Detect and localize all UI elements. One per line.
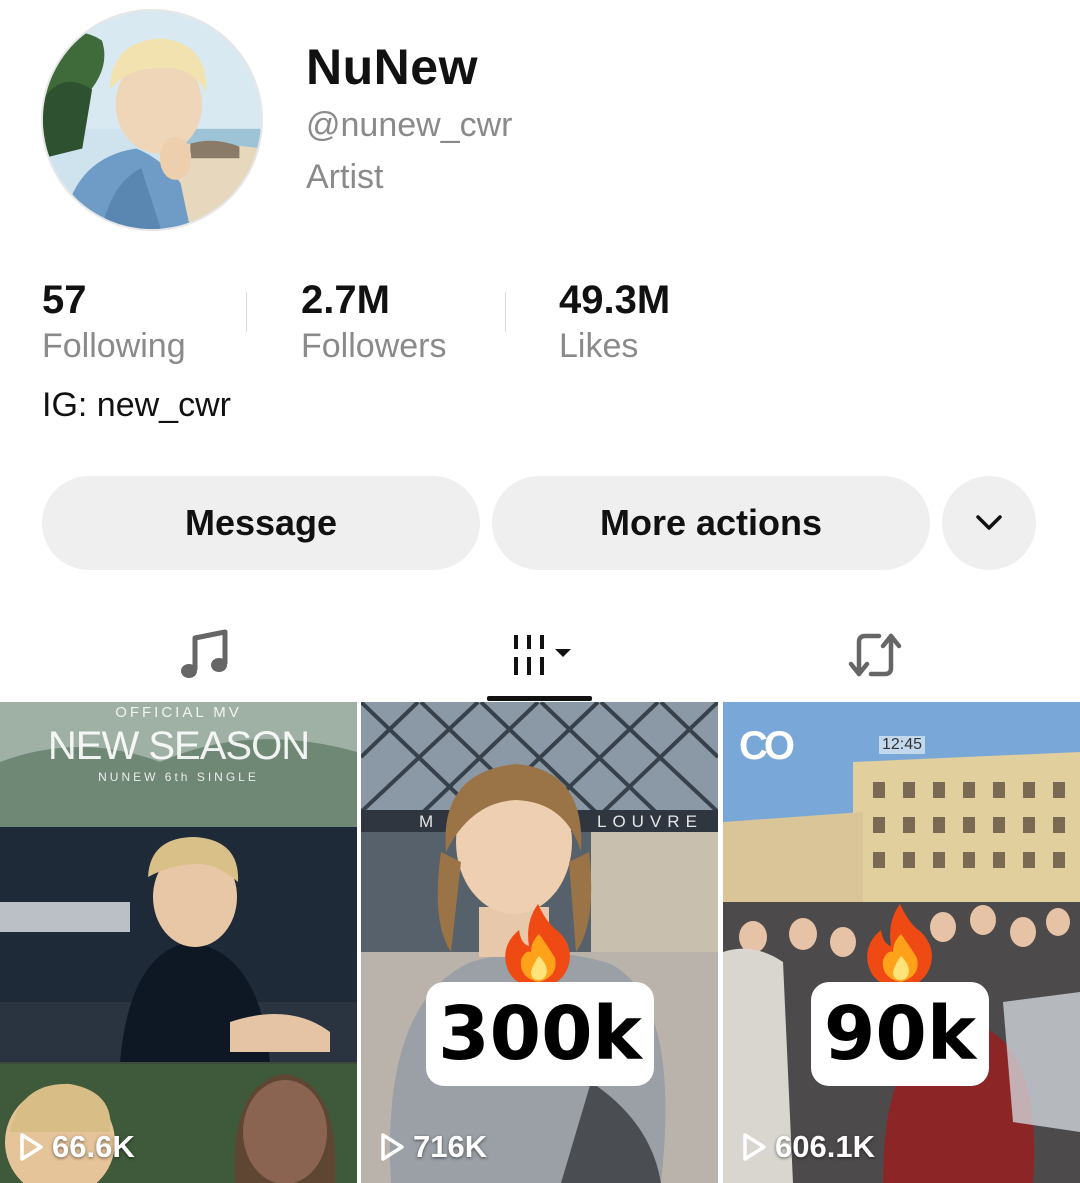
view-count: 716K	[379, 1129, 487, 1165]
watermark-logo: CO	[739, 724, 795, 768]
view-count: 66.6K	[18, 1129, 135, 1165]
grid-sort-icon	[514, 635, 571, 675]
stat-divider	[246, 292, 247, 332]
stat-followers[interactable]: 2.7M Followers	[301, 276, 446, 368]
chevron-down-icon	[976, 515, 1002, 530]
tab-videos[interactable]	[360, 610, 720, 700]
profile-tabs	[0, 610, 1080, 700]
followers-count: 2.7M	[301, 278, 390, 322]
mv-title: NEW SEASON	[47, 724, 310, 768]
view-count-text: 606.1K	[775, 1129, 875, 1164]
following-count: 57	[42, 278, 87, 322]
profile-avatar[interactable]	[41, 9, 263, 231]
expand-button[interactable]	[942, 476, 1036, 570]
more-actions-button[interactable]: More actions	[492, 476, 930, 570]
stat-likes[interactable]: 49.3M Likes	[559, 276, 670, 368]
profile-bio: IG: new_cwr	[42, 386, 231, 424]
tab-music[interactable]	[25, 610, 385, 700]
repost-icon	[848, 633, 902, 677]
view-count-text: 716K	[413, 1129, 488, 1164]
overlay-badge: 90k	[811, 982, 989, 1086]
louvre-sign: LOUVRE	[597, 812, 703, 831]
play-icon	[743, 1133, 766, 1161]
message-button[interactable]: Message	[42, 476, 480, 570]
music-note-icon	[181, 629, 228, 678]
likes-count: 49.3M	[559, 278, 671, 322]
overlay-badge: 300k	[426, 982, 654, 1086]
profile-handle: @nunew_cwr	[306, 106, 513, 144]
play-icon	[381, 1133, 404, 1161]
play-icon	[20, 1133, 43, 1161]
mv-subtitle: NUNEW 6th SINGLE	[98, 770, 259, 784]
followers-label: Followers	[301, 327, 447, 365]
stat-following[interactable]: 57 Following	[42, 276, 186, 368]
following-label: Following	[42, 327, 186, 365]
video-tile[interactable]: OFFICIAL MV NEW SEASON NUNEW 6th SINGLE …	[0, 702, 357, 1183]
avatar-image	[43, 11, 261, 229]
view-count: 606.1K	[741, 1129, 875, 1165]
view-count-text: 66.6K	[52, 1129, 135, 1164]
active-tab-indicator	[487, 696, 592, 701]
fire-icon	[505, 904, 570, 988]
profile-name: NuNew	[306, 39, 478, 95]
fire-icon	[867, 904, 932, 988]
video-tile[interactable]: CO 12:45 90k 606.1K	[723, 702, 1080, 1183]
video-tile[interactable]: LOUVRE M 300k 716K	[361, 702, 718, 1183]
mv-label: OFFICIAL MV	[115, 704, 242, 721]
stat-divider	[505, 292, 506, 332]
clock-text: 12:45	[879, 736, 926, 754]
profile-category: Artist	[306, 158, 384, 196]
tab-reposts[interactable]	[695, 610, 1055, 700]
likes-label: Likes	[559, 327, 639, 365]
louvre-sign-fragment: M	[419, 812, 434, 831]
